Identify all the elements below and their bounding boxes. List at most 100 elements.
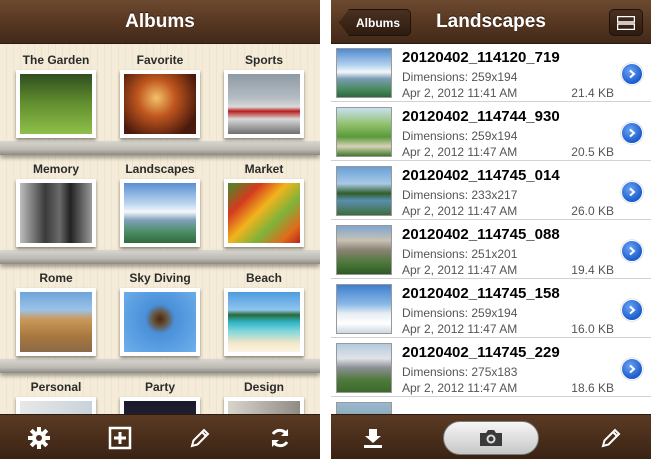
photo-dimensions: Dimensions: 275x183: [402, 365, 518, 379]
photo-dimensions: Dimensions: 233x217: [402, 188, 518, 202]
photo-name: 20120402_114745_088: [402, 226, 560, 243]
photo-dimensions: Dimensions: 259x194: [402, 70, 518, 84]
photo-name: 20120402_114745_158: [402, 285, 560, 302]
photo-date: Apr 2, 2012 11:47 AM: [402, 322, 518, 336]
album-label: Beach: [245, 271, 283, 285]
photo-list[interactable]: 20120402_114120_719 Dimensions: 259x194 …: [331, 44, 651, 414]
chevron-right-icon[interactable]: [621, 240, 643, 262]
album-label: Sky Diving: [129, 271, 191, 285]
photo-dimensions: Dimensions: 251x201: [402, 247, 518, 261]
album-beach[interactable]: Beach: [216, 270, 312, 356]
album-label: Personal: [30, 380, 82, 394]
album-favorite[interactable]: Favorite: [112, 52, 208, 138]
list-item[interactable]: 20120402_114120_719 Dimensions: 259x194 …: [331, 44, 651, 102]
chevron-right-icon[interactable]: [621, 181, 643, 203]
add-album-icon[interactable]: [106, 424, 134, 452]
list-item[interactable]: 20120402_114745_014 Dimensions: 233x217 …: [331, 162, 651, 220]
album-label: The Garden: [22, 53, 90, 67]
album-rome[interactable]: Rome: [8, 270, 104, 356]
albums-navbar: Albums: [0, 0, 320, 44]
album-thumbnail: [16, 70, 96, 138]
photo-date: Apr 2, 2012 11:41 AM: [402, 86, 518, 100]
album-label: Party: [144, 380, 176, 394]
page-title: Albums: [125, 10, 195, 32]
shelf: [0, 250, 320, 264]
photo-thumbnail: [336, 166, 392, 216]
album-personal[interactable]: Personal: [8, 379, 104, 414]
back-button[interactable]: Albums: [339, 9, 412, 36]
landscapes-navbar: Albums Landscapes: [331, 0, 651, 44]
view-mode-button[interactable]: [609, 9, 643, 36]
albums-toolbar: [0, 414, 320, 459]
album-thumbnail: [224, 397, 304, 414]
album-label: Rome: [39, 271, 73, 285]
photo-name: 20120402_114745_229: [402, 344, 560, 361]
album-the-garden[interactable]: The Garden: [8, 52, 104, 138]
pencil-icon[interactable]: [597, 424, 625, 452]
gear-icon[interactable]: [25, 424, 53, 452]
page-title: Landscapes: [436, 10, 546, 32]
album-market[interactable]: Market: [216, 161, 312, 247]
album-sports[interactable]: Sports: [216, 52, 312, 138]
photo-size: 20.5 KB: [571, 145, 614, 159]
photo-thumbnail: [336, 402, 392, 414]
album-thumbnail: [224, 70, 304, 138]
camera-icon: [480, 430, 502, 446]
album-sky-diving[interactable]: Sky Diving: [112, 270, 208, 356]
album-thumbnail: [16, 397, 96, 414]
camera-button[interactable]: [443, 421, 539, 455]
landscapes-screen: Albums Landscapes 20120402_114120_719 Di…: [331, 0, 651, 459]
chevron-right-icon[interactable]: [621, 299, 643, 321]
pencil-icon[interactable]: [186, 424, 214, 452]
photo-thumbnail: [336, 225, 392, 275]
photo-name: 20120402_114744_930: [402, 108, 560, 125]
album-thumbnail: [224, 179, 304, 247]
photo-thumbnail: [336, 107, 392, 157]
photo-thumbnail: [336, 343, 392, 393]
album-label: Favorite: [136, 53, 184, 67]
list-view-icon: [617, 15, 635, 30]
list-item[interactable]: 20120402_114744_930 Dimensions: 259x194 …: [331, 103, 651, 161]
chevron-right-icon[interactable]: [621, 63, 643, 85]
photo-name: 20120402_114745_014: [402, 167, 560, 184]
photo-date: Apr 2, 2012 11:47 AM: [402, 381, 518, 395]
album-label: Market: [244, 162, 284, 176]
photo-size: 19.4 KB: [571, 263, 614, 277]
photo-size: 21.4 KB: [571, 86, 614, 100]
photo-date: Apr 2, 2012 11:47 AM: [402, 145, 518, 159]
photo-size: 16.0 KB: [571, 322, 614, 336]
photo-date: Apr 2, 2012 11:47 AM: [402, 204, 518, 218]
album-label: Memory: [32, 162, 79, 176]
photo-name: 20120402_114120_719: [402, 49, 560, 66]
photo-date: Apr 2, 2012 11:47 AM: [402, 263, 518, 277]
album-memory[interactable]: Memory: [8, 161, 104, 247]
album-thumbnail: [120, 288, 200, 356]
album-party[interactable]: Party: [112, 379, 208, 414]
shelf: [0, 359, 320, 373]
list-item[interactable]: 20120402_114745_088 Dimensions: 251x201 …: [331, 221, 651, 279]
album-thumbnail: [16, 288, 96, 356]
album-label: Design: [243, 380, 284, 394]
album-label: Landscapes: [125, 162, 195, 176]
refresh-icon[interactable]: [266, 424, 294, 452]
album-landscapes[interactable]: Landscapes: [112, 161, 208, 247]
chevron-right-icon[interactable]: [621, 358, 643, 380]
photo-size: 26.0 KB: [571, 204, 614, 218]
list-item[interactable]: 20120402_114745_158 Dimensions: 259x194 …: [331, 280, 651, 338]
landscapes-toolbar: [331, 414, 651, 459]
photo-dimensions: Dimensions: 259x194: [402, 129, 518, 143]
shelf: [0, 141, 320, 155]
album-shelves[interactable]: The Garden Favorite Sports Memory Landsc…: [0, 44, 320, 414]
photo-size: 18.6 KB: [571, 381, 614, 395]
photo-thumbnail: [336, 284, 392, 334]
albums-screen: Albums The Garden Favorite Sports Memory…: [0, 0, 320, 459]
photo-dimensions: Dimensions: 259x194: [402, 306, 518, 320]
album-design[interactable]: Design: [216, 379, 312, 414]
chevron-right-icon[interactable]: [621, 122, 643, 144]
album-thumbnail: [120, 179, 200, 247]
album-label: Sports: [244, 53, 283, 67]
list-item[interactable]: [331, 398, 651, 414]
list-item[interactable]: 20120402_114745_229 Dimensions: 275x183 …: [331, 339, 651, 397]
album-thumbnail: [224, 288, 304, 356]
download-icon[interactable]: [359, 424, 387, 452]
